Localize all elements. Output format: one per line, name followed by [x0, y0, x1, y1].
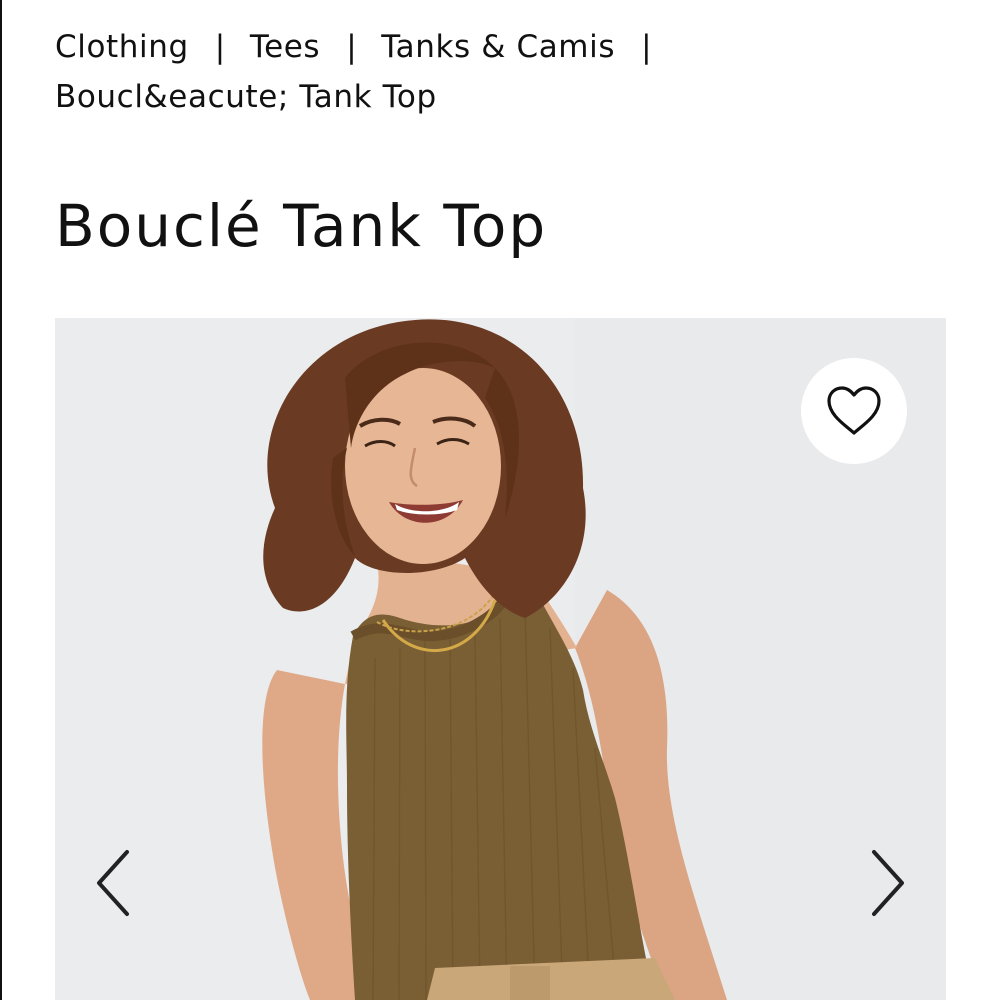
next-image-button[interactable] [858, 843, 918, 923]
breadcrumb-separator: | [641, 29, 653, 65]
breadcrumb: Clothing | Tees | Tanks & Camis | Boucl&eacute… [55, 22, 955, 122]
product-image[interactable] [55, 318, 946, 1000]
window-edge [0, 0, 2, 1000]
chevron-right-icon [872, 850, 904, 916]
page-title: Bouclé Tank Top [55, 192, 548, 260]
breadcrumb-separator: | [346, 29, 358, 65]
previous-image-button[interactable] [83, 843, 143, 923]
product-page: Clothing | Tees | Tanks & Camis | Boucl&eacute… [0, 0, 1000, 1000]
breadcrumb-item-tanks-camis[interactable]: Tanks & Camis [381, 29, 615, 65]
breadcrumb-item-current: Boucl&eacute; Tank Top [55, 79, 437, 115]
breadcrumb-separator: | [214, 29, 226, 65]
favorite-button[interactable] [801, 358, 907, 464]
heart-outline-icon [827, 386, 881, 435]
breadcrumb-item-clothing[interactable]: Clothing [55, 29, 189, 65]
breadcrumb-item-tees[interactable]: Tees [250, 29, 320, 65]
chevron-left-icon [97, 850, 129, 916]
